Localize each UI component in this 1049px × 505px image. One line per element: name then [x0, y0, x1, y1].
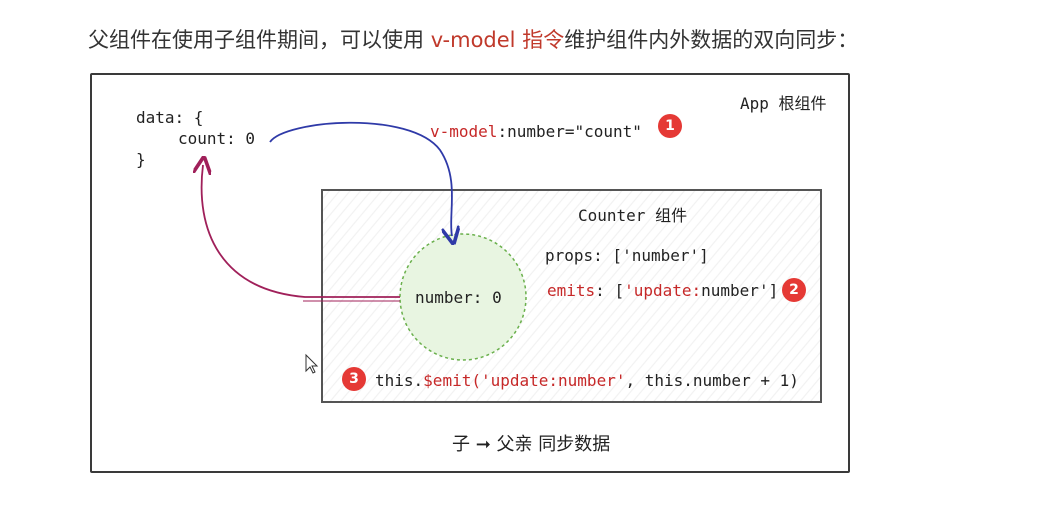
- binding-arrow-down: [269, 121, 452, 236]
- sync-caption: 子 ➞ 父亲 同步数据: [452, 434, 611, 455]
- emit-call: $emit(: [423, 371, 481, 390]
- emit-prefix: this.: [375, 371, 424, 390]
- update-arrow-up: [202, 165, 400, 298]
- emit-rest: , this.number + 1): [625, 371, 799, 390]
- mouse-cursor-icon: [305, 353, 319, 374]
- counter-state: number: 0: [415, 288, 502, 307]
- emit-event: 'update:number': [480, 371, 626, 390]
- emit-line: this.$emit('update:number', this.number …: [375, 371, 799, 390]
- badge-3: 3: [342, 367, 366, 391]
